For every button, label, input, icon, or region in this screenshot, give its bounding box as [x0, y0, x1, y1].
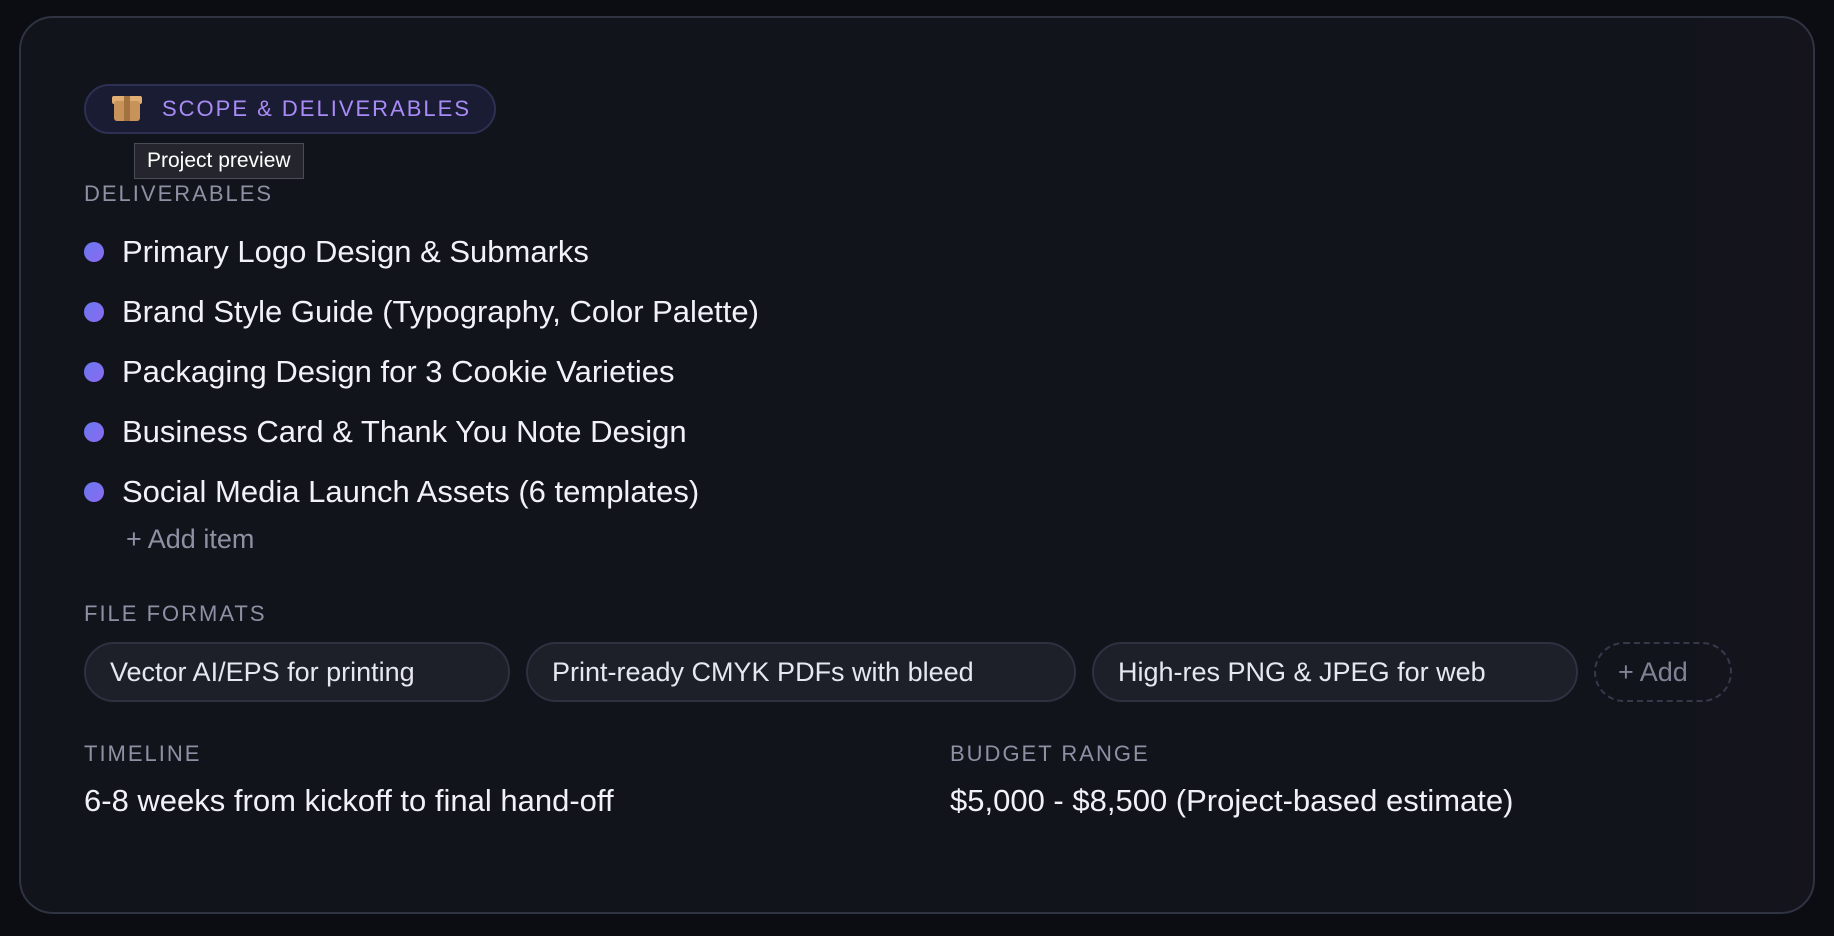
bullet-dot	[84, 482, 104, 502]
bullet-dot	[84, 362, 104, 382]
deliverable-text: Business Card & Thank You Note Design	[122, 414, 687, 449]
budget-value: $5,000 - $8,500 (Project-based estimate)	[950, 783, 1514, 818]
deliverables-list: Primary Logo Design & Submarks Brand Sty…	[84, 222, 759, 522]
file-formats-list: Vector AI/EPS for printing Print-ready C…	[84, 642, 1732, 702]
deliverable-text: Brand Style Guide (Typography, Color Pal…	[122, 294, 759, 329]
deliverable-item[interactable]: Business Card & Thank You Note Design	[84, 402, 759, 462]
bullet-dot	[84, 302, 104, 322]
timeline-label: TIMELINE	[84, 741, 202, 766]
deliverable-item[interactable]: Primary Logo Design & Submarks	[84, 222, 759, 282]
deliverable-item[interactable]: Packaging Design for 3 Cookie Varieties	[84, 342, 759, 402]
deliverables-label: DELIVERABLES	[84, 181, 274, 206]
budget-label: BUDGET RANGE	[950, 741, 1150, 766]
bullet-dot	[84, 422, 104, 442]
project-preview-tooltip: Project preview	[134, 143, 304, 179]
file-formats-label: FILE FORMATS	[84, 601, 267, 626]
format-chip[interactable]: Vector AI/EPS for printing	[84, 642, 510, 702]
deliverable-text: Packaging Design for 3 Cookie Varieties	[122, 354, 675, 389]
timeline-value: 6-8 weeks from kickoff to final hand-off	[84, 783, 614, 818]
add-item-button[interactable]: + Add item	[126, 524, 254, 555]
deliverable-text: Primary Logo Design & Submarks	[122, 234, 589, 269]
format-chip[interactable]: Print-ready CMYK PDFs with bleed	[526, 642, 1076, 702]
deliverable-item[interactable]: Social Media Launch Assets (6 templates)	[84, 462, 759, 522]
format-chip[interactable]: High-res PNG & JPEG for web	[1092, 642, 1578, 702]
package-icon	[112, 95, 142, 123]
bullet-dot	[84, 242, 104, 262]
badge-label: SCOPE & DELIVERABLES	[162, 96, 471, 121]
deliverable-item[interactable]: Brand Style Guide (Typography, Color Pal…	[84, 282, 759, 342]
add-format-button[interactable]: + Add	[1594, 642, 1732, 702]
scope-deliverables-badge: SCOPE & DELIVERABLES	[84, 84, 496, 134]
deliverable-text: Social Media Launch Assets (6 templates)	[122, 474, 700, 509]
